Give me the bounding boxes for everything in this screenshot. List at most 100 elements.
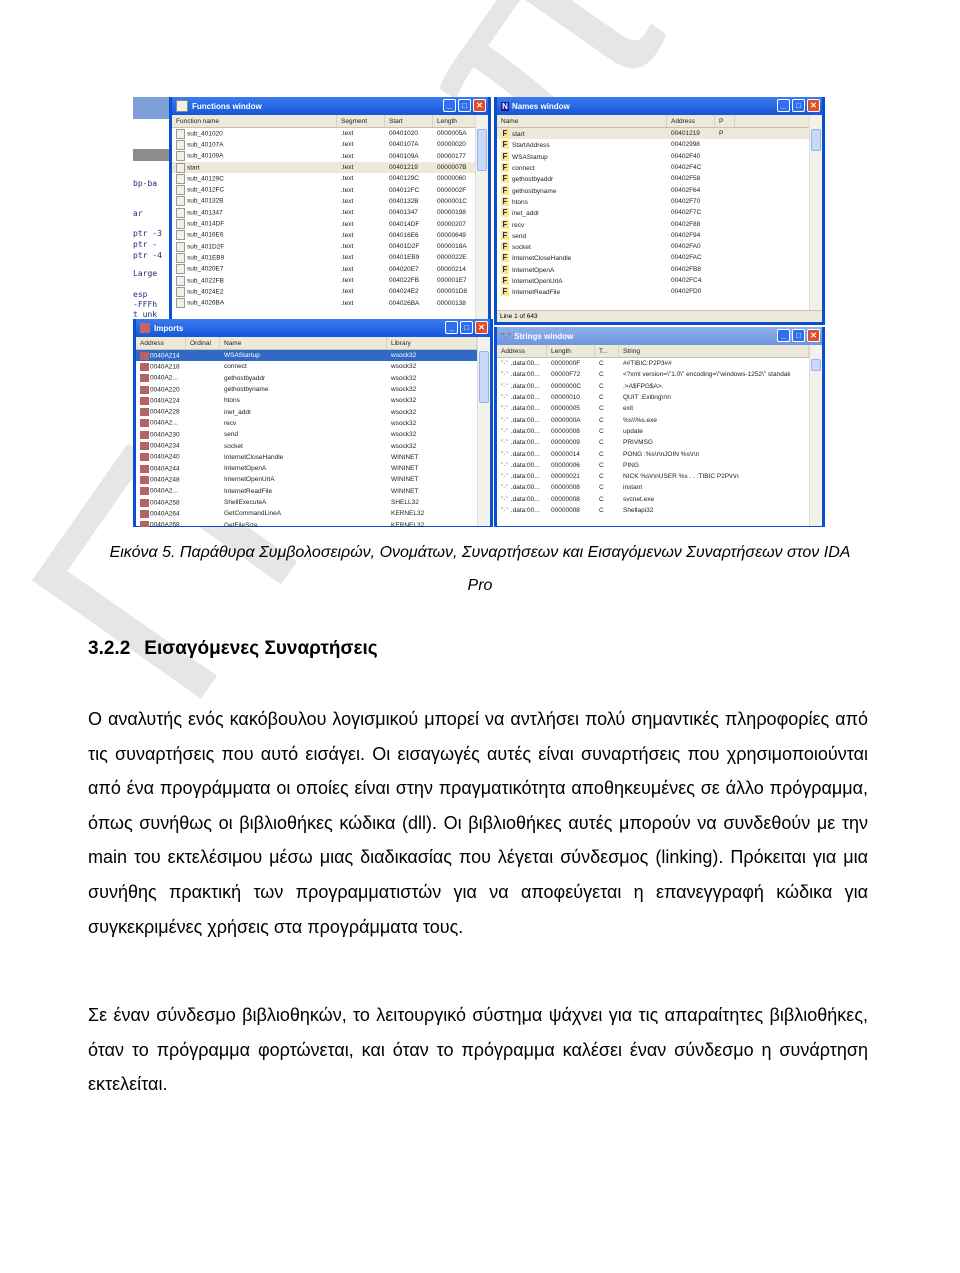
column-header[interactable]: Length xyxy=(547,345,595,357)
column-header[interactable]: Segment xyxy=(337,115,385,127)
strings-window[interactable]: "-" Strings window _ □ ✕ Address Length T.… xyxy=(494,327,825,527)
table-row[interactable]: 0040A268 GetFileSize KERNEL32 xyxy=(136,519,490,527)
table-row[interactable]: sub_40129C .text 0040129C 00000060 xyxy=(172,173,488,184)
table-row[interactable]: "-" .data:00... 00000008 Csvcnet.exe xyxy=(497,494,822,505)
table-row[interactable]: sub_401020 .text 00401020 0000005A xyxy=(172,128,488,139)
table-row[interactable]: sub_4012FC .text 004012FC 0000002F xyxy=(172,184,488,196)
minimize-button[interactable]: _ xyxy=(777,99,790,112)
table-row[interactable]: Fstart 00401219 P xyxy=(497,128,822,140)
table-row[interactable]: "-" .data:00... 00000008 Cupdate xyxy=(497,426,822,437)
table-row[interactable]: sub_401D2F .text 00401D2F 0000018A xyxy=(172,241,488,252)
maximize-button[interactable]: □ xyxy=(460,321,473,334)
table-row[interactable]: 0040A234 socket wsock32 xyxy=(136,440,490,451)
table-row[interactable]: 0040A2... gethostbyaddr wsock32 xyxy=(136,373,490,384)
table-row[interactable]: 0040A220 gethostbyname wsock32 xyxy=(136,384,490,395)
vertical-scrollbar[interactable] xyxy=(475,115,488,319)
minimize-button[interactable]: _ xyxy=(777,329,790,342)
table-row[interactable]: sub_40109A .text 0040109A 00000177 xyxy=(172,151,488,162)
table-row[interactable]: "-" .data:00... 00000008 C Shellapi32 xyxy=(497,505,822,516)
table-row[interactable]: Finet_addr 00402F7C xyxy=(497,207,822,218)
table-row[interactable]: F InternetOpenA 00402FB8 xyxy=(497,264,822,275)
table-row[interactable]: 0040A244 InternetOpenA WININET xyxy=(136,463,490,474)
names-window[interactable]: N Names window _ □ ✕ Name Address P Fstart… xyxy=(494,97,825,325)
close-button[interactable]: ✕ xyxy=(807,99,820,112)
table-row[interactable]: 0040A264 GetCommandLineA KERNEL32 xyxy=(136,508,490,519)
vertical-scrollbar[interactable] xyxy=(809,115,822,311)
column-header[interactable]: Library xyxy=(387,337,477,349)
table-row[interactable]: Frecv 00402F88 xyxy=(497,218,822,229)
table-row[interactable]: 0040A2... recv wsock32 xyxy=(136,418,490,429)
close-button[interactable]: ✕ xyxy=(473,99,486,112)
column-header[interactable]: Ordinal xyxy=(186,337,220,349)
table-row[interactable]: F WSAStartup 00402F40 xyxy=(497,151,822,162)
table-row[interactable]: 0040A240 InternetCloseHandle WININET xyxy=(136,452,490,463)
table-row[interactable]: "-" .data:00... 00000006 C PING xyxy=(497,460,822,471)
column-header[interactable]: Name xyxy=(220,337,387,349)
table-row[interactable]: 0040A224 htons wsock32 xyxy=(136,395,490,406)
table-row[interactable]: "-" .data:00... 00000014 C PONG :%s\r\nJOIN … xyxy=(497,448,822,459)
table-row[interactable]: "-" .data:00... 00000005 Cexit xyxy=(497,403,822,414)
table-row[interactable]: 0040A248 InternetOpenUrlA WININET xyxy=(136,474,490,485)
table-row[interactable]: F InternetCloseHandle 00402FAC xyxy=(497,252,822,263)
close-button[interactable]: ✕ xyxy=(807,329,820,342)
column-header[interactable]: Address xyxy=(667,115,715,127)
table-row[interactable]: Fgethostbyname 00402F64 xyxy=(497,184,822,195)
table-row[interactable]: Fsend 00402F94 xyxy=(497,230,822,241)
table-row[interactable]: sub_401347 .text 00401347 00000198 xyxy=(172,207,488,218)
table-row[interactable]: sub_40107A .text 0040107A 00000020 xyxy=(172,139,488,150)
table-row[interactable]: Fgethostbyaddr 00402F58 xyxy=(497,173,822,184)
column-header[interactable]: Function name xyxy=(172,115,337,127)
column-header[interactable]: Address xyxy=(497,345,547,357)
table-row[interactable]: 0040A2... InternetReadFile WININET xyxy=(136,486,490,497)
table-row[interactable]: 0040A228 inet_addr wsock32 xyxy=(136,406,490,417)
column-header[interactable]: Start xyxy=(385,115,433,127)
table-row[interactable]: "-" .data:00... 0000000F C ##TIBIC:P2P3## xyxy=(497,358,822,369)
table-row[interactable]: sub_4026BA .text 004026BA 00000138 xyxy=(172,297,488,309)
functions-window[interactable]: Functions window _ □ ✕ Function name Segme… xyxy=(169,97,491,322)
imports-window-titlebar[interactable]: Imports _ □ ✕ xyxy=(136,319,490,337)
column-header[interactable]: Name xyxy=(497,115,667,127)
table-row[interactable]: "-" .data:00... 00000F72 C <?xml version=\"1… xyxy=(497,369,822,380)
column-header[interactable]: Address xyxy=(136,337,186,349)
column-header[interactable]: Length xyxy=(433,115,481,127)
table-row[interactable]: Fsocket 00402FA0 xyxy=(497,241,822,252)
table-row[interactable]: sub_401EB9 .text 00401EB9 0000022E xyxy=(172,252,488,263)
table-row[interactable]: sub_40132B .text 0040132B 0000001C xyxy=(172,196,488,207)
table-row[interactable]: 0040A218 connect wsock32 xyxy=(136,361,490,372)
table-row[interactable]: sub_4020E7 .text 004020E7 00000214 xyxy=(172,264,488,275)
strings-window-titlebar[interactable]: "-" Strings window _ □ ✕ xyxy=(497,327,822,345)
table-row[interactable]: "-" .data:00... 00000008 Cinstant xyxy=(497,482,822,493)
vertical-scrollbar[interactable] xyxy=(477,337,490,526)
table-row[interactable]: Fhtons 00402F70 xyxy=(497,196,822,207)
functions-window-titlebar[interactable]: Functions window _ □ ✕ xyxy=(172,97,488,115)
minimize-button[interactable]: _ xyxy=(443,99,456,112)
column-header[interactable]: T... xyxy=(595,345,619,357)
table-row[interactable]: 0040A230 send wsock32 xyxy=(136,429,490,440)
maximize-button[interactable]: □ xyxy=(792,99,805,112)
column-header[interactable]: String xyxy=(619,345,809,357)
table-row[interactable]: sub_4022FB .text 004022FB 000001E7 xyxy=(172,275,488,286)
table-row[interactable]: F StartAddress 00402998 xyxy=(497,139,822,150)
column-header[interactable]: P xyxy=(715,115,735,127)
table-row[interactable]: start .text 00401219 0000007B xyxy=(172,161,488,174)
table-row[interactable]: "-" .data:00... 0000000C C .>A$FPG$A>. xyxy=(497,381,822,392)
names-window-titlebar[interactable]: N Names window _ □ ✕ xyxy=(497,97,822,115)
table-row[interactable]: "-" .data:00... 00000009 C PRIVMSG xyxy=(497,437,822,448)
table-row[interactable]: sub_4014DF .text 004014DF 00000207 xyxy=(172,218,488,230)
table-row[interactable]: F InternetReadFile 00402FD0 xyxy=(497,286,822,297)
table-row[interactable]: F InternetOpenUrlA 00402FC4 xyxy=(497,275,822,286)
maximize-button[interactable]: □ xyxy=(792,329,805,342)
maximize-button[interactable]: □ xyxy=(458,99,471,112)
table-row[interactable]: sub_4024E2 .text 004024E2 000001D8 xyxy=(172,286,488,297)
table-row[interactable]: 0040A258 ShellExecuteA SHELL32 xyxy=(136,497,490,508)
table-row[interactable]: "-" .data:00... 00000021 C NICK %s\r\nUSER %… xyxy=(497,471,822,482)
table-row[interactable]: sub_4016E6 .text 004016E6 00000649 xyxy=(172,230,488,241)
table-row[interactable]: Fconnect 00402F4C xyxy=(497,162,822,173)
vertical-scrollbar[interactable] xyxy=(809,345,822,526)
table-row[interactable]: "-" .data:00... 00000010 C QUIT :Exiting\r\n xyxy=(497,392,822,403)
table-row[interactable]: "-" .data:00... 0000000A C %s\\%s.exe xyxy=(497,414,822,425)
minimize-button[interactable]: _ xyxy=(445,321,458,334)
imports-window[interactable]: Imports _ □ ✕ Address Ordinal Name Library… xyxy=(133,319,493,527)
table-row[interactable]: 0040A214 WSAStartup wsock32 xyxy=(136,350,490,362)
close-button[interactable]: ✕ xyxy=(475,321,488,334)
